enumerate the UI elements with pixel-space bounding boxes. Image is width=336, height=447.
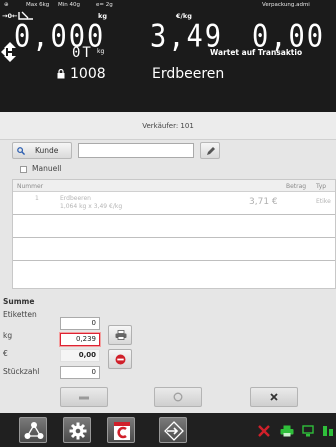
scale-display: ⊕ Max 6kg Min 40g e= 2g Verpackung.admi …: [0, 0, 336, 112]
column-number: Nummer: [17, 183, 44, 190]
division-label: e= 2g: [96, 2, 113, 8]
manual-checkbox[interactable]: [20, 166, 27, 173]
plu-number: 1008: [70, 66, 106, 82]
customer-row: Kunde: [0, 142, 336, 162]
stability-indicator: ⊕: [4, 2, 9, 8]
table-row-empty: [13, 261, 335, 284]
customer-button-label: Kunde: [35, 146, 59, 155]
summary-panel: Summe Etiketten 0 kg 0,239 € 0,00 Stückz…: [0, 297, 336, 382]
close-button[interactable]: [250, 387, 298, 407]
table-row-empty: [13, 215, 335, 238]
row-article: Erdbeeren 1,064 kg x 3,49 €/kg: [60, 195, 122, 211]
printer-status-icon: [280, 425, 294, 437]
labels-count-label: Etiketten: [3, 310, 37, 319]
user-label: Verpackung.admi: [262, 2, 310, 8]
summary-title: Summe: [3, 297, 35, 306]
row-article-name: Erdbeeren: [60, 195, 91, 202]
close-icon: [270, 393, 278, 401]
pieces-field[interactable]: 0: [60, 366, 100, 379]
lock-icon: [57, 69, 65, 79]
circle-button[interactable]: [154, 387, 202, 407]
taskbar: [0, 413, 336, 447]
min-capacity-label: Min 40g: [58, 2, 80, 8]
labels-count-field[interactable]: 0: [60, 317, 100, 330]
app-c-button[interactable]: [107, 417, 135, 443]
network-icon: [24, 422, 44, 439]
tare-value: 0T: [72, 45, 93, 61]
transaction-status: Wartet auf Transaktio: [210, 48, 303, 57]
gear-icon: [69, 422, 87, 440]
settings-button[interactable]: [63, 417, 91, 443]
manual-label: Manuell: [32, 164, 62, 173]
edit-customer-button[interactable]: [200, 142, 220, 159]
euro-label: €: [3, 349, 8, 358]
kg-field[interactable]: 0,239: [60, 333, 100, 346]
seller-label: Verkäufer: 101: [142, 122, 194, 130]
customer-input[interactable]: [78, 143, 194, 158]
action-bar: [0, 386, 336, 410]
search-icon: [17, 147, 25, 155]
network-button[interactable]: [19, 417, 47, 443]
status-indicator-icon: [323, 426, 333, 436]
plu-row: 1008 Erdbeeren: [0, 64, 336, 86]
print-button[interactable]: [108, 325, 132, 345]
pencil-icon: [207, 147, 215, 155]
table-header: Nummer Betrag Typ: [13, 180, 335, 192]
row-type: Etike: [316, 198, 331, 205]
network-status-icon: [302, 425, 314, 437]
minus-button[interactable]: [60, 387, 108, 407]
printer-icon: [115, 330, 127, 340]
cancel-button[interactable]: [108, 349, 132, 369]
max-capacity-label: Max 6kg: [26, 2, 50, 8]
table-row[interactable]: 1 Erdbeeren 1,064 kg x 3,49 €/kg 3,71 € …: [13, 192, 335, 215]
row-article-detail: 1,064 kg x 3,49 €/kg: [60, 203, 123, 210]
cancel-icon: [115, 354, 126, 365]
minus-icon: [79, 396, 89, 400]
transfer-icon: [164, 421, 184, 441]
app-c-icon: [114, 422, 130, 440]
plu-name: Erdbeeren: [152, 66, 225, 82]
transfer-button[interactable]: [159, 417, 187, 443]
customer-button[interactable]: Kunde: [12, 142, 72, 159]
kg-label: kg: [3, 331, 13, 340]
disconnected-icon: [258, 425, 270, 437]
circle-icon: [173, 392, 183, 402]
row-position: 1: [35, 195, 39, 202]
column-type: Typ: [316, 183, 327, 190]
zero-arrows-icon: [0, 41, 20, 63]
table-row-empty: [13, 238, 335, 261]
seller-bar: Verkäufer: 101: [0, 112, 336, 140]
column-amount: Betrag: [286, 183, 307, 190]
euro-field[interactable]: 0,00: [60, 349, 100, 362]
tare-unit-label: kg: [97, 48, 105, 55]
transaction-table: Nummer Betrag Typ 1 Erdbeeren 1,064 kg x…: [12, 179, 336, 289]
scale-info-row: ⊕ Max 6kg Min 40g e= 2g Verpackung.admi: [0, 0, 336, 11]
row-amount: 3,71 €: [249, 197, 278, 207]
pieces-label: Stückzahl: [3, 367, 40, 376]
